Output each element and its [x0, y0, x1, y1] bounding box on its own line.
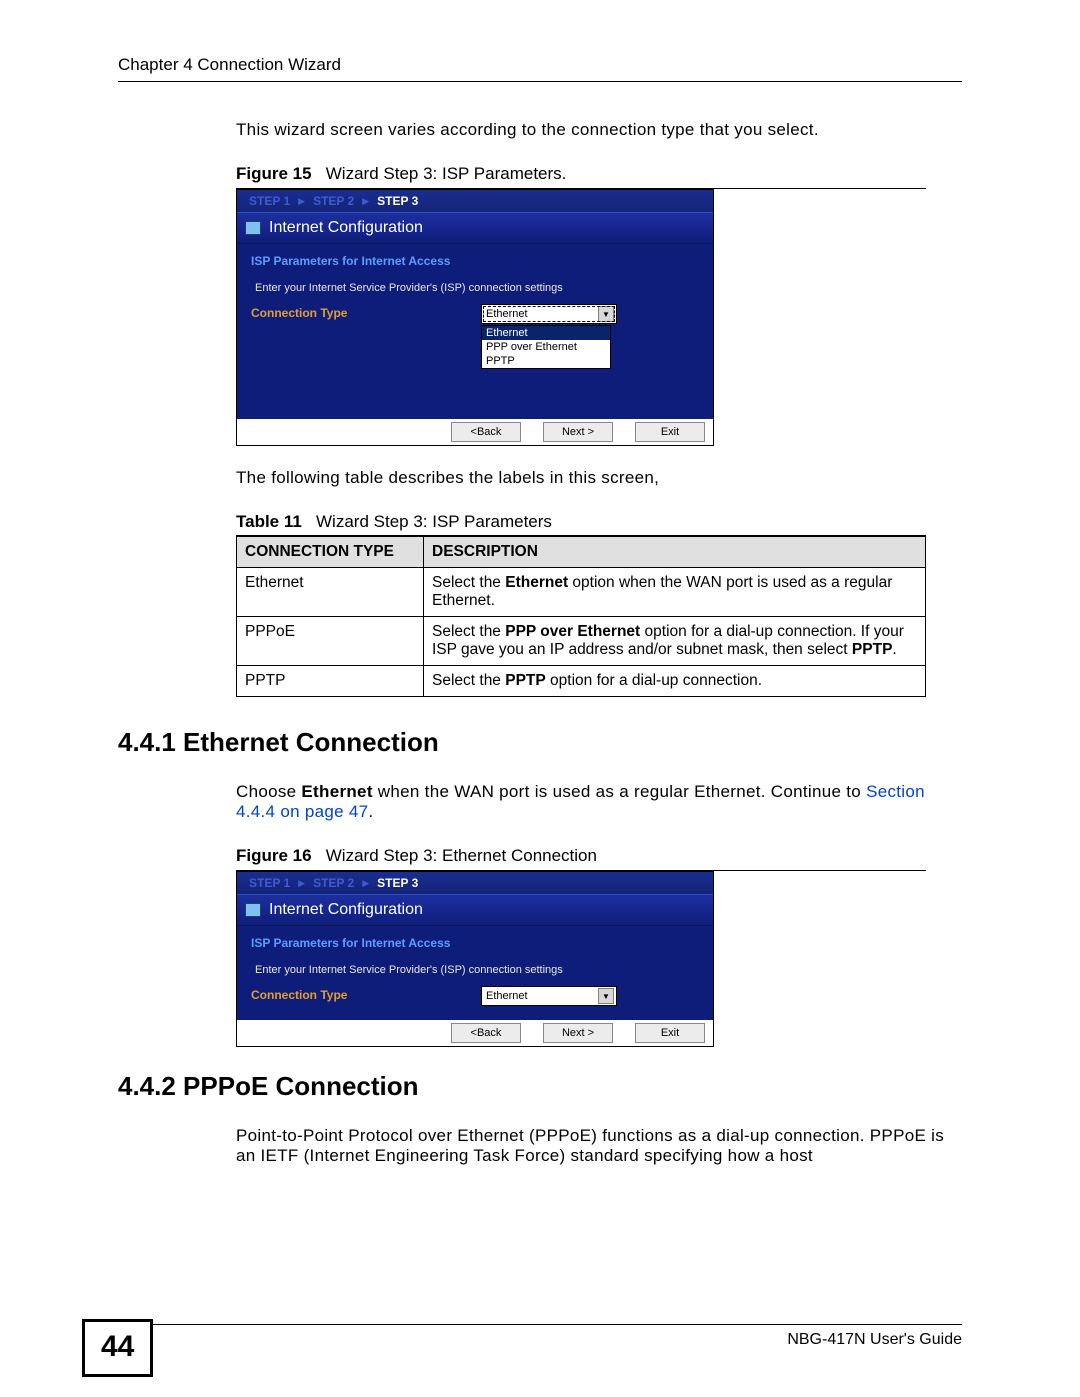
step-sep-icon: ▶ [362, 196, 369, 207]
heading-441: 4.4.1 Ethernet Connection [118, 727, 962, 758]
wizard-section-title: ISP Parameters for Internet Access [251, 936, 699, 950]
wizard-footer: <Back Next > Exit [237, 419, 713, 445]
step-2: STEP 2 [313, 194, 354, 208]
wizard-title-bar: Internet Configuration [237, 894, 713, 926]
cell-ethernet: Ethernet [237, 568, 424, 617]
table-row: PPTP Select the PPTP option for a dial-u… [237, 666, 926, 697]
wizard-title: Internet Configuration [269, 219, 423, 237]
running-header: Chapter 4 Connection Wizard [118, 55, 962, 82]
page-number: 44 [82, 1319, 153, 1377]
exit-button[interactable]: Exit [635, 1023, 705, 1043]
wizard-steps: STEP 1 ▶ STEP 2 ▶ STEP 3 [237, 872, 713, 894]
cell-ethernet-desc: Select the Ethernet option when the WAN … [424, 568, 926, 617]
next-button[interactable]: Next > [543, 1023, 613, 1043]
ethernet-paragraph: Choose Ethernet when the WAN port is use… [236, 782, 962, 822]
exit-button[interactable]: Exit [635, 422, 705, 442]
pppoe-paragraph: Point-to-Point Protocol over Ethernet (P… [236, 1126, 962, 1166]
table-label: Table 11 [236, 512, 302, 531]
chevron-down-icon: ▼ [598, 988, 614, 1004]
page: Chapter 4 Connection Wizard This wizard … [0, 0, 1080, 1397]
step-1: STEP 1 [249, 876, 290, 890]
figure-title: Wizard Step 3: ISP Parameters. [326, 164, 567, 183]
cell-pptp-desc: Select the PPTP option for a dial-up con… [424, 666, 926, 697]
heading-442: 4.4.2 PPPoE Connection [118, 1071, 962, 1102]
wizard-footer: <Back Next > Exit [237, 1020, 713, 1046]
guide-name: NBG-417N User's Guide [787, 1325, 962, 1349]
wizard-instruction: Enter your Internet Service Provider's (… [255, 964, 699, 976]
next-button[interactable]: Next > [543, 422, 613, 442]
wizard-figure-16: STEP 1 ▶ STEP 2 ▶ STEP 3 Internet Config… [236, 871, 714, 1047]
wizard-body: ISP Parameters for Internet Access Enter… [237, 926, 713, 1020]
figure-title: Wizard Step 3: Ethernet Connection [326, 846, 597, 865]
step-3: STEP 3 [377, 194, 418, 208]
option-ethernet[interactable]: Ethernet [482, 326, 610, 340]
figure-15-caption: Figure 15 Wizard Step 3: ISP Parameters. [236, 164, 926, 189]
connection-type-select[interactable]: Ethernet ▼ [481, 304, 617, 324]
select-value: Ethernet [486, 308, 528, 320]
wizard-steps: STEP 1 ▶ STEP 2 ▶ STEP 3 [237, 190, 713, 212]
table-row: PPPoE Select the PPP over Ethernet optio… [237, 617, 926, 666]
chevron-down-icon: ▼ [598, 306, 614, 322]
step-2: STEP 2 [313, 876, 354, 890]
folder-icon [245, 221, 261, 235]
connection-type-options: Ethernet PPP over Ethernet PPTP [481, 325, 611, 369]
table-11: CONNECTION TYPE DESCRIPTION Ethernet Sel… [236, 536, 926, 697]
cell-pppoe-desc: Select the PPP over Ethernet option for … [424, 617, 926, 666]
page-footer: 44 NBG-417N User's Guide [118, 1324, 962, 1349]
cell-pptp: PPTP [237, 666, 424, 697]
cell-pppoe: PPPoE [237, 617, 424, 666]
option-ppp-over-ethernet[interactable]: PPP over Ethernet [482, 340, 610, 354]
figure-16-caption: Figure 16 Wizard Step 3: Ethernet Connec… [236, 846, 926, 871]
option-pptp[interactable]: PPTP [482, 354, 610, 368]
wizard-title-bar: Internet Configuration [237, 212, 713, 244]
wizard-figure-15: STEP 1 ▶ STEP 2 ▶ STEP 3 Internet Config… [236, 189, 714, 446]
step-sep-icon: ▶ [362, 878, 369, 889]
connection-type-select[interactable]: Ethernet ▼ [481, 986, 617, 1006]
th-connection-type: CONNECTION TYPE [237, 537, 424, 568]
select-value: Ethernet [486, 990, 528, 1002]
folder-icon [245, 903, 261, 917]
th-description: DESCRIPTION [424, 537, 926, 568]
step-1: STEP 1 [249, 194, 290, 208]
figure-label: Figure 15 [236, 164, 312, 183]
back-button[interactable]: <Back [451, 1023, 521, 1043]
table-title: Wizard Step 3: ISP Parameters [316, 512, 552, 531]
step-3: STEP 3 [377, 876, 418, 890]
wizard-body: ISP Parameters for Internet Access Enter… [237, 244, 713, 419]
wizard-section-title: ISP Parameters for Internet Access [251, 254, 699, 268]
wizard-title: Internet Configuration [269, 901, 423, 919]
figure-label: Figure 16 [236, 846, 312, 865]
connection-type-label: Connection Type [251, 304, 481, 320]
step-sep-icon: ▶ [298, 196, 305, 207]
step-sep-icon: ▶ [298, 878, 305, 889]
back-button[interactable]: <Back [451, 422, 521, 442]
connection-type-label: Connection Type [251, 986, 481, 1002]
table-intro-text: The following table describes the labels… [236, 468, 962, 488]
intro-text: This wizard screen varies according to t… [236, 120, 962, 140]
wizard-instruction: Enter your Internet Service Provider's (… [255, 282, 699, 294]
table-11-caption: Table 11 Wizard Step 3: ISP Parameters [236, 512, 926, 536]
table-row: Ethernet Select the Ethernet option when… [237, 568, 926, 617]
